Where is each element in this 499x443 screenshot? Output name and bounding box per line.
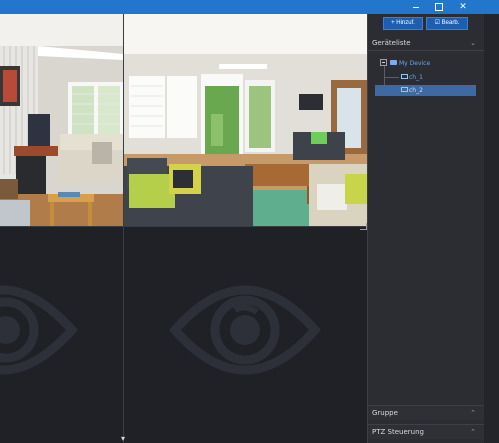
ptz-header[interactable]: PTZ Steuerung ⌃ — [368, 424, 485, 439]
video-tile-1[interactable] — [0, 14, 123, 226]
tree-item-ch-1[interactable]: ch_1 — [401, 72, 481, 83]
tile-divider-horizontal — [0, 226, 367, 227]
eye-icon — [169, 285, 321, 375]
close-icon[interactable]: ✕ — [452, 0, 474, 14]
living-room-camera-image — [123, 14, 367, 226]
scrollbar[interactable] — [484, 14, 499, 443]
edit-device-button[interactable]: ☑ Bearb. — [426, 17, 468, 30]
camera-icon — [401, 74, 408, 79]
ptz-title: PTZ Steuerung — [372, 428, 424, 436]
device-panel: + Hinzuf. ☑ Bearb. Geräteliste ⌄ My Devi… — [367, 14, 485, 443]
group-title: Gruppe — [372, 409, 398, 417]
resize-handle-icon[interactable] — [360, 223, 367, 230]
app-window: ✕ ▾ + Hinzuf. ☑ Bearb. Geräteliste ⌄ My … — [0, 0, 499, 443]
device-icon — [390, 60, 397, 65]
video-tile-3[interactable] — [0, 226, 123, 443]
tree-item-label: ch_2 — [409, 87, 423, 94]
video-grid — [0, 14, 367, 443]
video-tile-4[interactable] — [123, 226, 367, 443]
add-device-button[interactable]: + Hinzuf. — [383, 17, 423, 30]
tree-item-label: My Device — [399, 60, 431, 67]
tree-item-ch-2[interactable]: ch_2 — [375, 85, 476, 96]
device-list-header[interactable]: Geräteliste ⌄ — [368, 36, 485, 51]
tile-divider-vertical — [123, 14, 124, 443]
tree-connector — [384, 77, 399, 78]
office-camera-image — [0, 14, 123, 226]
chevron-down-icon[interactable]: ▾ — [118, 434, 128, 443]
title-bar: ✕ — [0, 0, 499, 14]
chevron-up-icon[interactable]: ⌃ — [470, 406, 476, 421]
chevron-down-icon[interactable]: ⌄ — [470, 36, 476, 51]
device-list-title: Geräteliste — [372, 39, 411, 47]
collapse-icon[interactable] — [380, 59, 387, 66]
eye-icon — [0, 285, 79, 375]
camera-icon — [401, 87, 408, 92]
tree-item-label: ch_1 — [409, 74, 423, 81]
maximize-icon[interactable] — [427, 0, 449, 14]
group-header[interactable]: Gruppe ⌃ — [368, 405, 485, 420]
video-tile-2[interactable] — [123, 14, 367, 226]
chevron-up-icon[interactable]: ⌃ — [470, 425, 476, 440]
tree-item-my-device[interactable]: My Device — [380, 58, 480, 69]
minimize-icon[interactable] — [405, 0, 427, 14]
